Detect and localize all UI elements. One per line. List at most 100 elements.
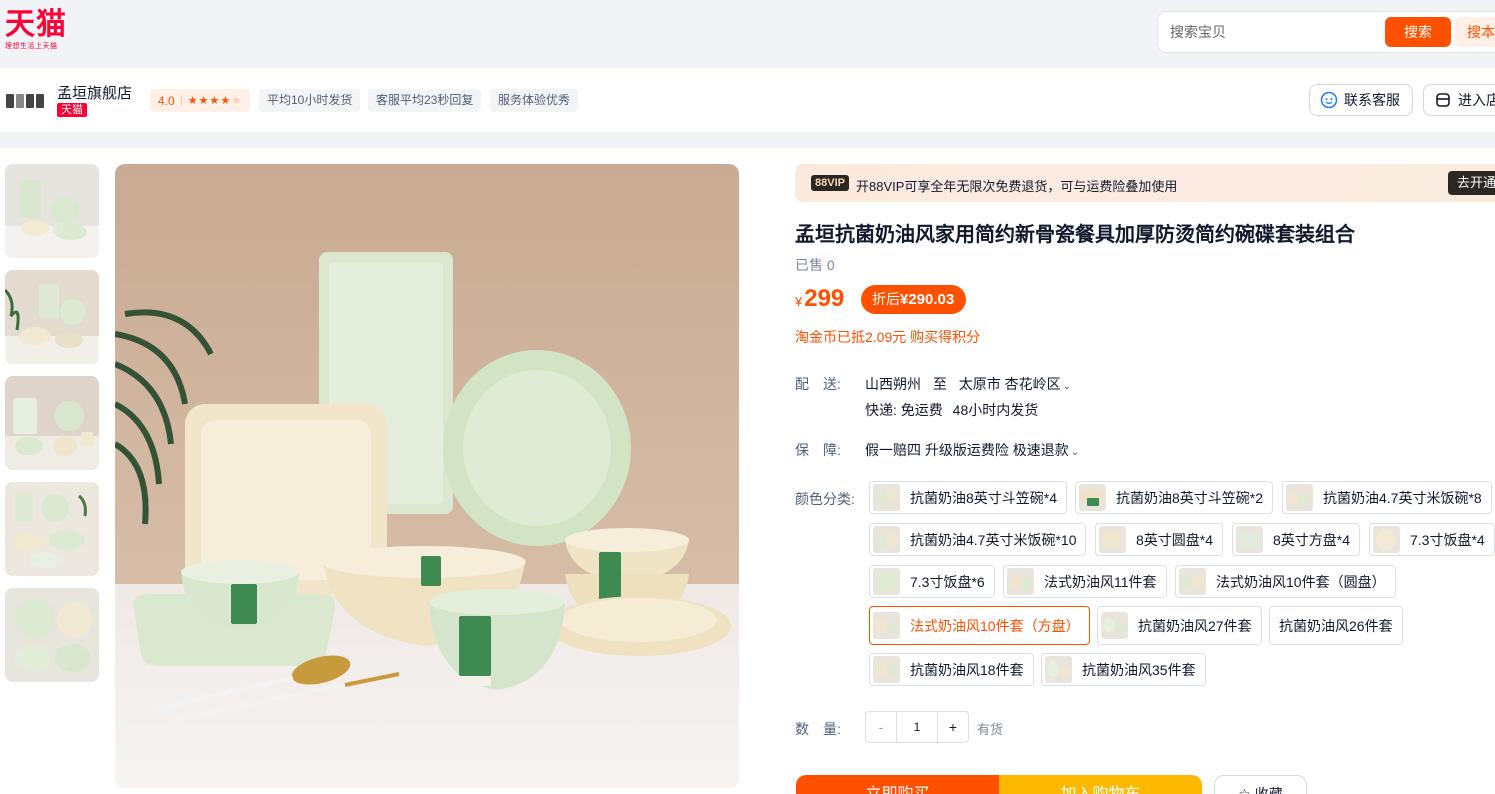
sku-option[interactable]: 抗菌奶油风35件套 bbox=[1041, 653, 1206, 686]
search-input[interactable] bbox=[1170, 24, 1370, 40]
sku-option[interactable]: 抗菌奶油风26件套 bbox=[1269, 606, 1403, 645]
thumbnail-image bbox=[5, 270, 99, 364]
search-store-button[interactable]: 搜本店 bbox=[1455, 17, 1495, 47]
ship-eta: 48小时内发货 bbox=[952, 402, 1039, 418]
vip-open-button[interactable]: 去开通 bbox=[1448, 171, 1495, 195]
quantity-plus-button[interactable]: + bbox=[938, 712, 968, 742]
sku-option-label: 法式奶油风10件套（方盘） bbox=[910, 617, 1080, 634]
gallery-thumbnail[interactable] bbox=[5, 482, 99, 576]
guarantee-label: 保 障: bbox=[795, 442, 841, 458]
sku-thumbnail bbox=[873, 484, 900, 511]
sku-option[interactable]: 抗菌奶油8英寸斗笠碗*2 bbox=[1075, 481, 1274, 514]
chevron-down-icon: ⌄ bbox=[1070, 447, 1080, 458]
ship-from: 山西朔州 bbox=[865, 376, 921, 392]
sku-option-label: 7.3寸饭盘*6 bbox=[910, 573, 985, 590]
store-icon bbox=[1436, 93, 1450, 107]
sku-option[interactable]: 法式奶油风11件套 bbox=[1003, 565, 1167, 598]
guarantee-dropdown[interactable]: 假一赔四 升级版运费险 极速退款 ⌄ bbox=[865, 440, 1079, 460]
sku-thumbnail bbox=[1045, 656, 1072, 683]
tmall-logo[interactable]: 天猫 理想生活上天猫 bbox=[5, 8, 71, 54]
sku-option-label: 抗菌奶油4.7英寸米饭碗*8 bbox=[1323, 489, 1482, 506]
contact-service-label: 联系客服 bbox=[1344, 92, 1400, 108]
sold-count: 已售 0 bbox=[795, 257, 835, 273]
discount-price-badge: 折后¥290.03 bbox=[861, 285, 967, 314]
sku-option[interactable]: 抗菌奶油4.7英寸米饭碗*10 bbox=[869, 523, 1087, 556]
sku-option-label: 抗菌奶油风35件套 bbox=[1082, 661, 1196, 678]
sku-option[interactable]: 8英寸方盘*4 bbox=[1232, 523, 1361, 556]
logo-slogan: 理想生活上天猫 bbox=[5, 43, 58, 50]
sku-thumbnail bbox=[1101, 612, 1128, 639]
vip-banner: 88VIP 开88VIP可享全年无限次免费退货，可与运费险叠加使用 去开通 bbox=[795, 164, 1495, 202]
sku-option-label: 抗菌奶油8英寸斗笠碗*4 bbox=[910, 489, 1058, 506]
favorite-button[interactable]: ☆ 收藏 bbox=[1214, 775, 1307, 794]
star-icon: ★ bbox=[187, 95, 199, 107]
gallery-thumbnail[interactable] bbox=[5, 376, 99, 470]
customer-service-icon bbox=[1320, 91, 1338, 109]
sku-thumbnail bbox=[1079, 484, 1106, 511]
main-product-image[interactable] bbox=[115, 164, 739, 788]
shop-name[interactable]: 孟垣旗舰店 bbox=[57, 82, 132, 103]
sku-option[interactable]: 法式奶油风10件套（圆盘） bbox=[1175, 565, 1396, 598]
vip-badge: 88VIP bbox=[811, 175, 849, 191]
coin-note: 淘金币已抵2.09元 购买得积分 bbox=[795, 329, 981, 345]
rating-stars: ★★★★★ bbox=[188, 94, 242, 107]
chevron-down-icon: ⌄ bbox=[1062, 381, 1072, 392]
sku-option-label: 8英寸圆盘*4 bbox=[1136, 531, 1214, 548]
search-button[interactable]: 搜索 bbox=[1385, 17, 1451, 47]
sku-thumbnail bbox=[1179, 568, 1206, 595]
shop-tag: 客服平均23秒回复 bbox=[368, 89, 482, 112]
sku-option[interactable]: 7.3寸饭盘*6 bbox=[869, 565, 995, 598]
sku-option-label: 抗菌奶油4.7英寸米饭碗*10 bbox=[910, 531, 1077, 548]
sku-option[interactable]: 8英寸圆盘*4 bbox=[1095, 523, 1224, 556]
sku-thumbnail bbox=[1286, 484, 1313, 511]
shop-tag: 服务体验优秀 bbox=[490, 89, 579, 112]
shipping-label: 配 送: bbox=[795, 376, 841, 392]
shop-logo-mark bbox=[36, 94, 44, 108]
star-empty-icon: ★ bbox=[231, 95, 243, 107]
ship-destination[interactable]: 太原市 杏花岭区 ⌄ bbox=[959, 376, 1071, 392]
sku-option[interactable]: 抗菌奶油风27件套 bbox=[1097, 606, 1262, 645]
thumbnail-image bbox=[5, 376, 99, 470]
sku-option[interactable]: 抗菌奶油风18件套 bbox=[869, 653, 1034, 686]
shop-bar: 孟垣旗舰店 天猫 4.0 ★★★★★ 平均10小时发货 客服平均23秒回复 服务… bbox=[0, 68, 1495, 132]
ship-to-word: 至 bbox=[932, 376, 947, 392]
quantity-label: 数 量: bbox=[795, 721, 841, 737]
product-title: 孟垣抗菌奶油风家用简约新骨瓷餐具加厚防烫简约碗碟套装组合 bbox=[795, 224, 1355, 246]
discount-label: 折后 bbox=[872, 291, 900, 307]
tmall-badge: 天猫 bbox=[57, 103, 87, 117]
product-photo bbox=[115, 164, 739, 788]
enter-store-button[interactable]: 进入店铺 bbox=[1423, 84, 1495, 116]
star-outline-icon: ☆ bbox=[1238, 786, 1251, 794]
thumbnail-image bbox=[5, 588, 99, 682]
favorite-label: 收藏 bbox=[1254, 786, 1283, 794]
gallery-thumbnail[interactable] bbox=[5, 270, 99, 364]
add-to-cart-button[interactable]: 加入购物车 bbox=[999, 775, 1202, 794]
price-value: 299 bbox=[804, 285, 845, 312]
shipping-route: 山西朔州 至 太原市 杏花岭区 ⌄ bbox=[865, 374, 1071, 394]
guarantee-text: 假一赔四 升级版运费险 极速退款 bbox=[865, 442, 1069, 458]
sku-option[interactable]: 抗菌奶油4.7英寸米饭碗*8 bbox=[1282, 481, 1492, 514]
contact-service-button[interactable]: 联系客服 bbox=[1309, 84, 1413, 116]
shop-logo[interactable] bbox=[6, 88, 44, 114]
sku-option[interactable]: 抗菌奶油8英寸斗笠碗*4 bbox=[869, 481, 1068, 514]
sku-thumbnail bbox=[1236, 526, 1263, 553]
sku-thumbnail bbox=[873, 612, 900, 639]
destination-text: 太原市 杏花岭区 bbox=[958, 376, 1061, 392]
rating-value: 4.0 bbox=[158, 93, 175, 108]
shop-logo-mark bbox=[6, 94, 14, 108]
gallery-thumbnail[interactable] bbox=[5, 588, 99, 682]
sku-option-selected[interactable]: 法式奶油风10件套（方盘） bbox=[869, 606, 1090, 645]
rating-divider bbox=[180, 95, 182, 106]
stock-status: 有货 bbox=[977, 722, 1004, 737]
quantity-input[interactable]: 1 bbox=[896, 712, 938, 742]
sku-option-label: 抗菌奶油8英寸斗笠碗*2 bbox=[1116, 489, 1264, 506]
shop-logo-mark bbox=[26, 94, 34, 108]
gallery-thumbnail[interactable] bbox=[5, 164, 99, 258]
thumbnail-image bbox=[5, 164, 99, 258]
top-header: 天猫 理想生活上天猫 搜索 搜本店 bbox=[0, 0, 1495, 68]
sku-option[interactable]: 7.3寸饭盘*4 bbox=[1369, 523, 1495, 556]
buy-now-button[interactable]: 立即购买 bbox=[796, 775, 999, 794]
quantity-minus-button[interactable]: - bbox=[866, 712, 896, 742]
sku-option-label: 抗菌奶油风27件套 bbox=[1138, 617, 1252, 634]
sku-thumbnail bbox=[873, 656, 900, 683]
